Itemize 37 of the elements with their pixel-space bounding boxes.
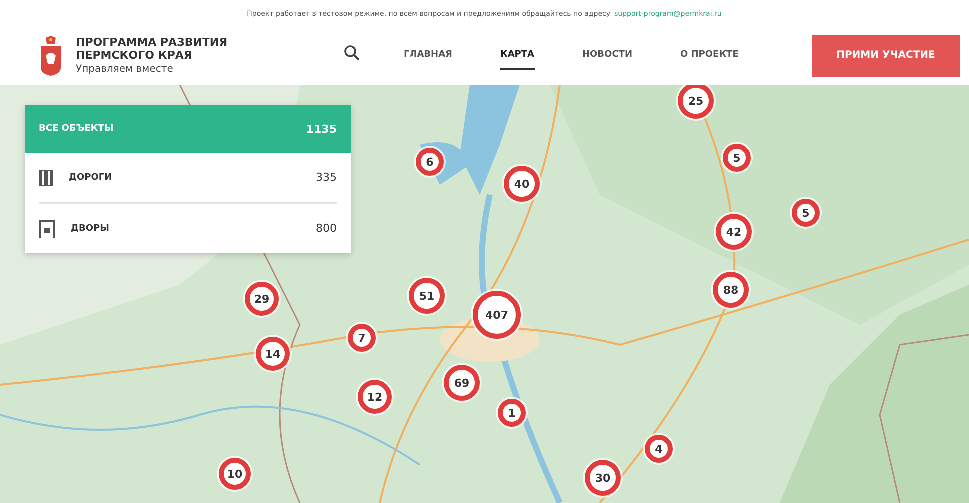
participate-button[interactable]: ПРИМИ УЧАСТИЕ (812, 34, 960, 76)
cluster-marker[interactable]: 42 (716, 214, 752, 250)
filter-label: ДОРОГИ (69, 172, 114, 182)
brand-subtitle: Управляем вместе (76, 64, 174, 75)
nav-link[interactable]: КАРТА (500, 42, 534, 70)
filter-count: 1135 (306, 122, 337, 136)
cluster-marker[interactable]: 14 (256, 337, 290, 371)
nav-link[interactable]: О ПРОЕКТЕ (680, 42, 739, 70)
cluster-marker[interactable]: 25 (678, 85, 714, 119)
cluster-marker[interactable]: 1 (498, 399, 526, 427)
cluster-marker[interactable]: 40 (504, 166, 540, 202)
cluster-marker[interactable]: 69 (444, 365, 480, 401)
gate-icon (39, 220, 55, 238)
filter-label: ДВОРЫ (71, 224, 110, 234)
brand-title: ПЕРМСКОГО КРАЯ (76, 49, 194, 62)
search-icon[interactable] (344, 44, 360, 60)
cluster-marker[interactable]: 10 (219, 458, 251, 490)
cluster-marker[interactable]: 88 (713, 272, 749, 308)
cluster-marker[interactable]: 29 (245, 282, 279, 316)
coat-of-arms-icon (40, 36, 62, 76)
road-icon (39, 170, 53, 186)
cluster-marker[interactable]: 5 (792, 199, 820, 227)
cluster-marker[interactable]: 12 (358, 380, 392, 414)
filter-label: ВСЕ ОБЪЕКТЫ (39, 124, 115, 134)
cluster-marker[interactable]: 5 (723, 144, 751, 172)
filter-count: 800 (316, 222, 337, 235)
filter-item[interactable]: ДОРОГИ 335 (25, 153, 351, 202)
nav-link[interactable]: ГЛАВНАЯ (404, 42, 452, 70)
brand-title: ПРОГРАММА РАЗВИТИЯ (76, 36, 228, 49)
cluster-marker[interactable]: 30 (585, 460, 621, 496)
cluster-marker[interactable]: 7 (348, 324, 376, 352)
filter-item[interactable]: ДВОРЫ 800 (39, 202, 337, 253)
nav-link[interactable]: НОВОСТИ (582, 42, 632, 70)
filter-count: 335 (316, 171, 337, 184)
cluster-marker[interactable]: 6 (416, 148, 444, 176)
cluster-marker[interactable]: 4 (645, 435, 673, 463)
cluster-marker[interactable]: 51 (409, 278, 445, 314)
